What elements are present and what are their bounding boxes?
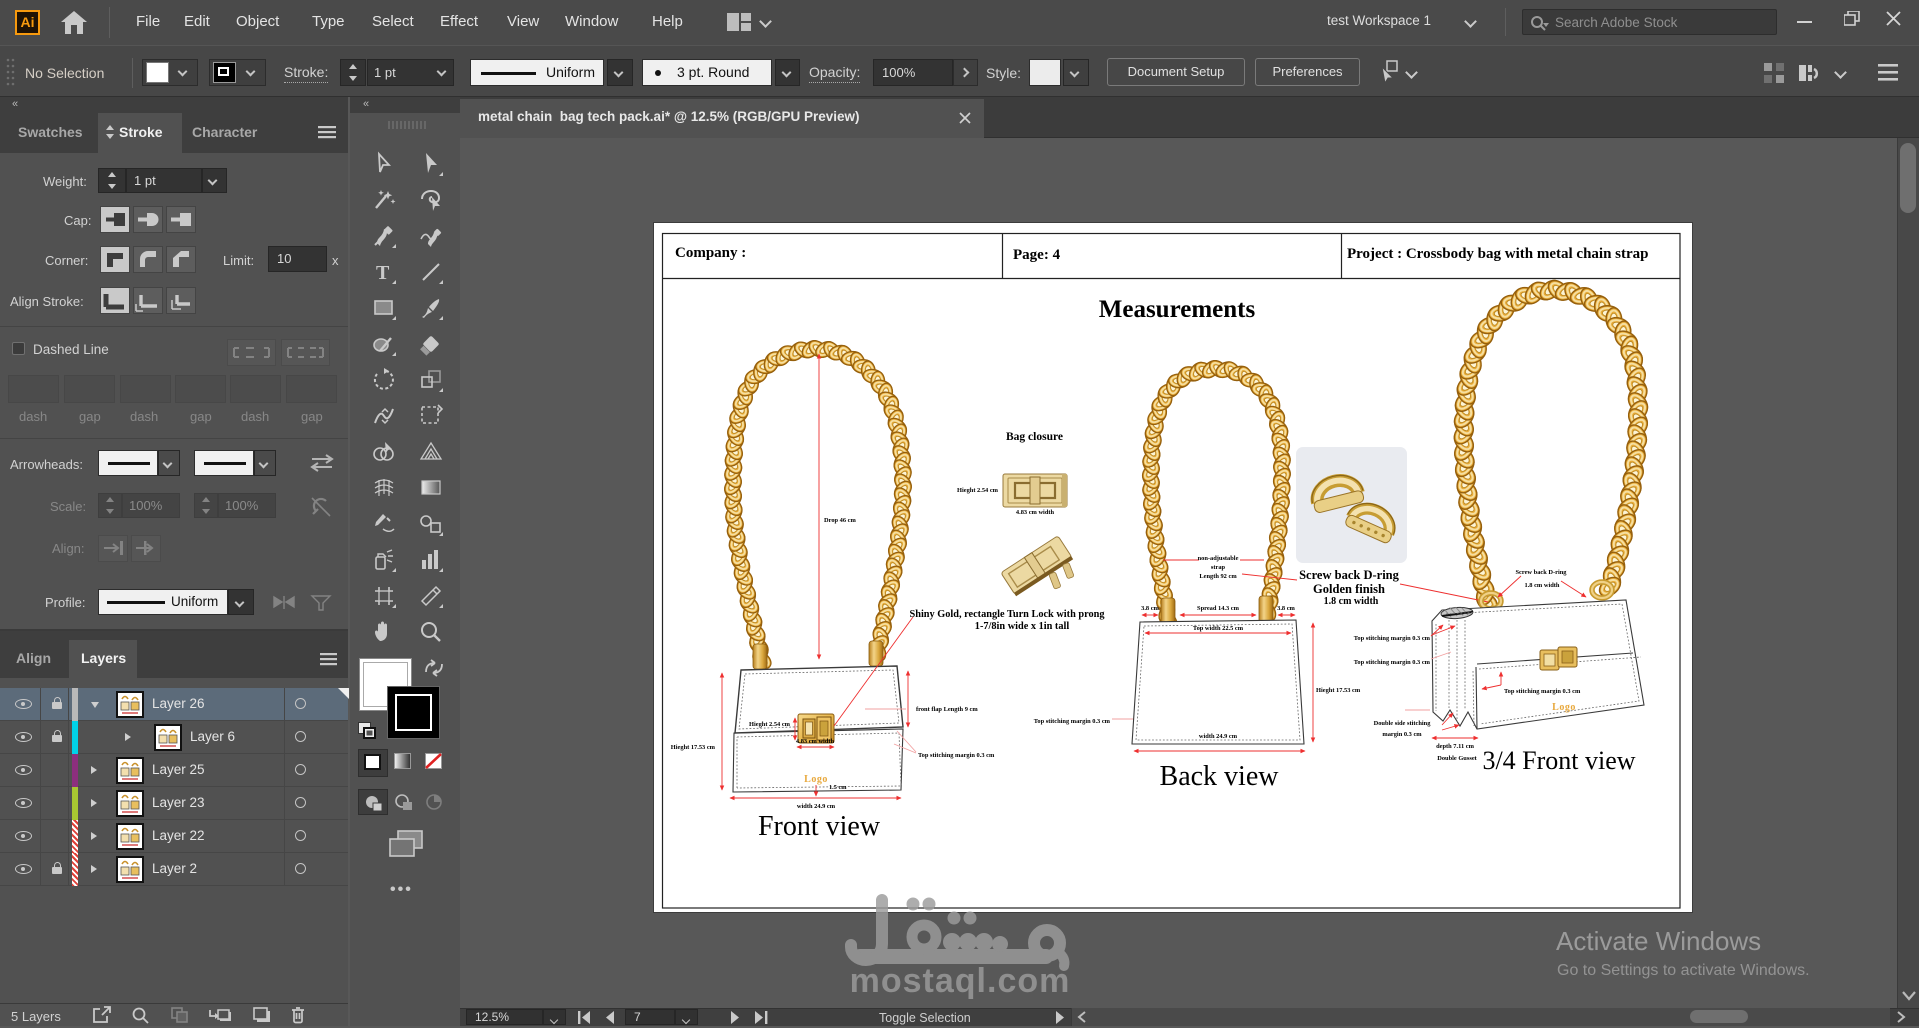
svg-text:1.5 cm: 1.5 cm [829,784,847,791]
svg-text:mostaql.com: mostaql.com [850,962,1071,1000]
svg-text:margin 0.3 cm: margin 0.3 cm [1382,731,1422,738]
svg-text:depth 7.11 cm: depth 7.11 cm [1436,743,1474,750]
svg-text:Hieght 17.53 cm: Hieght 17.53 cm [671,744,716,751]
svg-text:1.8 cm width: 1.8 cm width [1525,582,1560,589]
svg-text:Double Gusset: Double Gusset [1437,755,1477,762]
svg-text:Drop 46 cm: Drop 46 cm [824,517,857,524]
svg-text:3.8 cm: 3.8 cm [1141,605,1159,612]
svg-text:T: T [376,262,390,284]
svg-text:1-7/8in wide x 1in tall: 1-7/8in wide x 1in tall [975,621,1070,632]
svg-text:Logo: Logo [804,774,828,785]
svg-text:Company :: Company : [675,245,746,261]
svg-text:Golden finish: Golden finish [1313,582,1385,596]
svg-text:4.83 cm width: 4.83 cm width [796,738,835,745]
svg-text:Logo: Logo [1552,702,1576,713]
svg-text:Screw back D-ring: Screw back D-ring [1515,569,1567,576]
svg-text:Top stitching margin 0.3 cm: Top stitching margin 0.3 cm [918,752,995,759]
svg-text:width 24.9 cm: width 24.9 cm [1199,733,1238,740]
svg-text:Hieght 17.53 cm: Hieght 17.53 cm [1316,687,1361,694]
svg-text:Top stitching margin 0.3 cm: Top stitching margin 0.3 cm [1034,718,1111,725]
svg-text:Front view: Front view [758,811,881,842]
svg-text:Shiny Gold, rectangle Turn Lo: Shiny Gold, rectangle Turn Lock with pro… [909,609,1105,620]
svg-text:4.83 cm width: 4.83 cm width [1016,509,1055,516]
svg-text:Project : Crossbody bag with m: Project : Crossbody bag with metal chain… [1347,246,1649,262]
svg-text:Hieght 2.54 cm: Hieght 2.54 cm [957,487,999,494]
svg-text:Top stitching margin 0.3 cm: Top stitching margin 0.3 cm [1354,659,1431,666]
svg-text:Measurements: Measurements [1099,296,1256,323]
svg-text:width 24.9 cm: width 24.9 cm [797,803,836,810]
svg-text:Top stitching margin 0.3 cm: Top stitching margin 0.3 cm [1504,688,1581,695]
svg-text:Back view: Back view [1160,761,1280,792]
svg-text:3.8 cm: 3.8 cm [1277,605,1295,612]
svg-text:Bag closure: Bag closure [1006,431,1063,443]
svg-text:Page: 4: Page: 4 [1013,247,1061,263]
svg-text:Screw back D-ring: Screw back D-ring [1299,568,1400,582]
svg-text:3/4 Front view: 3/4 Front view [1482,746,1635,775]
svg-text:Top width 22.5 cm: Top width 22.5 cm [1193,625,1244,632]
svg-text:Top stitching margin 0.3 cm: Top stitching margin 0.3 cm [1354,635,1431,642]
svg-text:Spread 14.3 cm: Spread 14.3 cm [1197,605,1240,612]
svg-text:front flap Length 9 cm: front flap Length 9 cm [916,706,978,713]
svg-text:Hieght 2.54 cm: Hieght 2.54 cm [749,721,791,728]
svg-text:Length 92 cm: Length 92 cm [1199,573,1237,580]
svg-text:non-adjustable: non-adjustable [1198,555,1239,562]
svg-text:Double side stitching: Double side stitching [1374,720,1432,727]
svg-text:strap: strap [1211,564,1226,571]
svg-text:1.8 cm width: 1.8 cm width [1324,596,1379,607]
